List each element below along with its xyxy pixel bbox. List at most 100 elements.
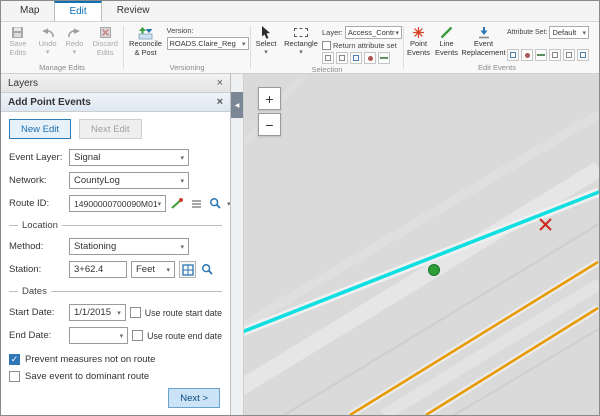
- layers-panel-header: Layers ×: [1, 74, 230, 93]
- zoom-in-button[interactable]: +: [258, 87, 281, 110]
- version-column: Version: ROADS.Claire_Reg ▾: [167, 23, 249, 62]
- ribbon-group-manage-edits: Save Edits Undo ▾ Redo ▾: [1, 22, 123, 73]
- point-events-label: Point Events: [405, 40, 432, 57]
- next-edit-button[interactable]: Next Edit: [79, 119, 142, 139]
- route-list-icon[interactable]: [189, 196, 204, 212]
- offset-tool-icon[interactable]: [563, 49, 575, 61]
- end-date-picker[interactable]: ▾: [69, 327, 128, 344]
- measure-tool-icon[interactable]: [577, 49, 589, 61]
- next-button[interactable]: Next >: [168, 388, 220, 408]
- clear-selection-tool-icon[interactable]: [364, 52, 376, 64]
- select-by-lasso-tool-icon[interactable]: [350, 52, 362, 64]
- point-events-icon: [412, 25, 425, 40]
- group-label-edit-events: Edit Events: [405, 62, 589, 73]
- map-view[interactable]: + −: [244, 74, 599, 415]
- redo-icon: [67, 25, 81, 40]
- method-row: Method: Stationing ▾: [9, 238, 222, 255]
- method-select[interactable]: Stationing ▾: [69, 238, 189, 255]
- tab-edit[interactable]: Edit: [54, 1, 101, 21]
- tab-review[interactable]: Review: [102, 1, 165, 21]
- line-events-button[interactable]: Line Events: [433, 23, 460, 62]
- chevron-down-icon[interactable]: ▾: [227, 200, 230, 208]
- rectangle-select-button[interactable]: Rectangle ▾: [281, 23, 321, 64]
- new-edit-button[interactable]: New Edit: [9, 119, 71, 139]
- redo-button[interactable]: Redo ▾: [62, 23, 88, 62]
- prevent-measures-label: Prevent measures not on route: [25, 354, 155, 365]
- selection-options-tool-icon[interactable]: [378, 52, 390, 64]
- select-route-on-map-icon[interactable]: [170, 196, 185, 212]
- group-label-selection: Selection: [252, 64, 402, 74]
- chevron-down-icon: ▾: [264, 49, 268, 57]
- station-units-select[interactable]: Feet ▾: [131, 261, 175, 278]
- undo-button[interactable]: Undo ▾: [35, 23, 61, 62]
- version-select[interactable]: ROADS.Claire_Reg ▾: [167, 37, 249, 50]
- point-events-button[interactable]: Point Events: [405, 23, 432, 62]
- snap-tool-icon[interactable]: [507, 49, 519, 61]
- station-label: Station:: [9, 264, 65, 275]
- chevron-down-icon: ▾: [180, 154, 184, 162]
- attribute-set-select[interactable]: Default ▾: [549, 26, 589, 39]
- discard-icon: [99, 25, 112, 40]
- tab-map[interactable]: Map: [5, 1, 54, 21]
- close-icon[interactable]: ×: [217, 78, 223, 89]
- save-dominant-checkbox[interactable]: [9, 371, 20, 382]
- prevent-measures-checkbox[interactable]: ✓: [9, 354, 20, 365]
- event-replacement-label: Event Replacement: [461, 40, 506, 57]
- chevron-down-icon: ▾: [582, 29, 586, 37]
- zoom-to-route-icon[interactable]: [208, 196, 223, 212]
- pick-station-on-map-button[interactable]: [179, 261, 196, 278]
- layers-panel-title: Layers: [8, 78, 38, 89]
- trace-tool-icon[interactable]: [549, 49, 561, 61]
- add-point-events-form: New Edit Next Edit Event Layer: Signal ▾…: [1, 112, 230, 415]
- attribute-set-column: Attribute Set: Default ▾: [507, 23, 589, 62]
- route-id-combobox[interactable]: 14900000700090M01 ▾: [69, 195, 166, 212]
- chevron-down-icon: ▾: [299, 49, 303, 57]
- sketch-line-tool-icon[interactable]: [535, 49, 547, 61]
- collapse-panel-button[interactable]: ◀: [231, 92, 243, 118]
- discard-edits-button[interactable]: Discard Edits: [88, 23, 122, 62]
- save-edits-button[interactable]: Save Edits: [2, 23, 34, 62]
- layer-label: Layer:: [322, 28, 343, 37]
- reconcile-post-button[interactable]: Reconcile & Post: [126, 23, 166, 62]
- network-label: Network:: [9, 175, 65, 186]
- chevron-down-icon: ▾: [180, 177, 184, 185]
- use-route-start-date-label: Use route start date: [145, 308, 222, 318]
- line-events-label: Line Events: [433, 40, 460, 57]
- return-attribute-set-checkbox[interactable]: [322, 41, 331, 50]
- network-select[interactable]: CountyLog ▾: [69, 172, 189, 189]
- selection-layer-select[interactable]: Access_Control ▾: [345, 26, 402, 39]
- group-label-manage-edits: Manage Edits: [2, 62, 122, 73]
- start-date-picker[interactable]: 1/1/2015 ▾: [69, 304, 126, 321]
- line-events-icon: [440, 25, 453, 40]
- add-point-events-header: Add Point Events ×: [1, 93, 230, 112]
- event-replacement-button[interactable]: Event Replacement: [461, 23, 506, 62]
- start-date-label: Start Date:: [9, 307, 65, 318]
- save-dominant-row: Save event to dominant route: [9, 371, 222, 382]
- location-section-label: Location: [22, 220, 58, 231]
- collapse-left-icon: ◀: [235, 102, 240, 109]
- select-by-rectangle-tool-icon[interactable]: [322, 52, 334, 64]
- select-button[interactable]: Select ▾: [252, 23, 280, 64]
- app-window: Map Edit Review Save Edits Undo ▾: [0, 0, 600, 416]
- zoom-to-station-icon[interactable]: [200, 262, 215, 278]
- ribbon-group-versioning: Reconcile & Post Version: ROADS.Claire_R…: [124, 22, 250, 73]
- add-point-events-title: Add Point Events: [8, 97, 91, 108]
- select-by-polygon-tool-icon[interactable]: [336, 52, 348, 64]
- route-end-marker: [540, 219, 551, 230]
- station-input[interactable]: 3+62.4: [69, 261, 127, 278]
- zoom-out-button[interactable]: −: [258, 113, 281, 136]
- sketch-point-tool-icon[interactable]: [521, 49, 533, 61]
- start-date-row: Start Date: 1/1/2015 ▾ Use route start d…: [9, 304, 222, 321]
- selection-options-column: Layer: Access_Control ▾ Return attribute…: [322, 23, 402, 64]
- close-icon[interactable]: ×: [217, 97, 223, 108]
- prevent-measures-row: ✓ Prevent measures not on route: [9, 354, 222, 365]
- event-layer-select[interactable]: Signal ▾: [69, 149, 189, 166]
- ribbon-group-selection: Select ▾ Rectangle ▾ Layer: Access_Contr…: [251, 22, 403, 73]
- dates-section-label: Dates: [22, 286, 47, 297]
- chevron-down-icon: ▾: [180, 243, 184, 251]
- method-label: Method:: [9, 241, 65, 252]
- use-route-start-date-checkbox[interactable]: [130, 307, 141, 318]
- use-route-end-date-checkbox[interactable]: [132, 330, 143, 341]
- group-label-versioning: Versioning: [125, 62, 249, 73]
- map-graphics: [244, 74, 599, 415]
